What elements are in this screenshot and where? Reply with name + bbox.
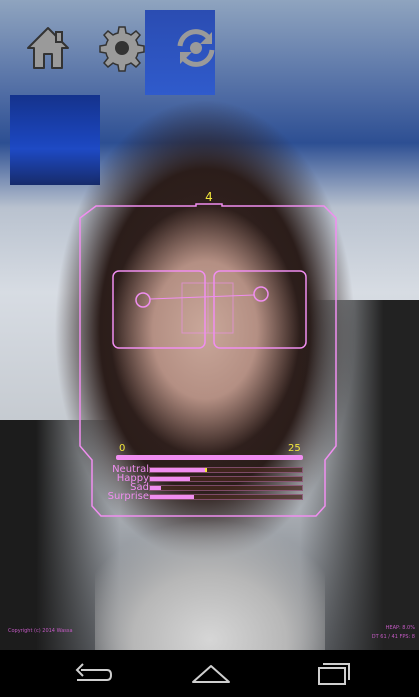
camera-preview <box>0 0 419 650</box>
home-nav-button[interactable] <box>187 658 235 690</box>
gear-icon <box>99 26 145 72</box>
home-outline-icon <box>192 665 230 683</box>
copyright-text: Copyright (c) 2014 Wassa <box>8 628 73 634</box>
stats-readout: HEAP: 8.0% DT 61 / 41 FPS: 8 <box>372 624 415 642</box>
home-button[interactable] <box>24 24 72 72</box>
home-icon <box>27 27 69 69</box>
camera-switch-icon <box>177 29 215 67</box>
navigation-bar <box>0 650 419 697</box>
switch-camera-button[interactable] <box>172 24 220 72</box>
back-icon <box>75 663 113 681</box>
background-glass-block <box>10 95 100 185</box>
settings-button[interactable] <box>98 24 146 72</box>
heap-readout: HEAP: 8.0% <box>385 625 415 631</box>
back-button[interactable] <box>67 658 115 690</box>
subject-shirt <box>95 470 325 650</box>
recents-icon <box>318 663 350 685</box>
fps-readout: DT 61 / 41 FPS: 8 <box>371 634 415 640</box>
recents-button[interactable] <box>307 658 355 690</box>
